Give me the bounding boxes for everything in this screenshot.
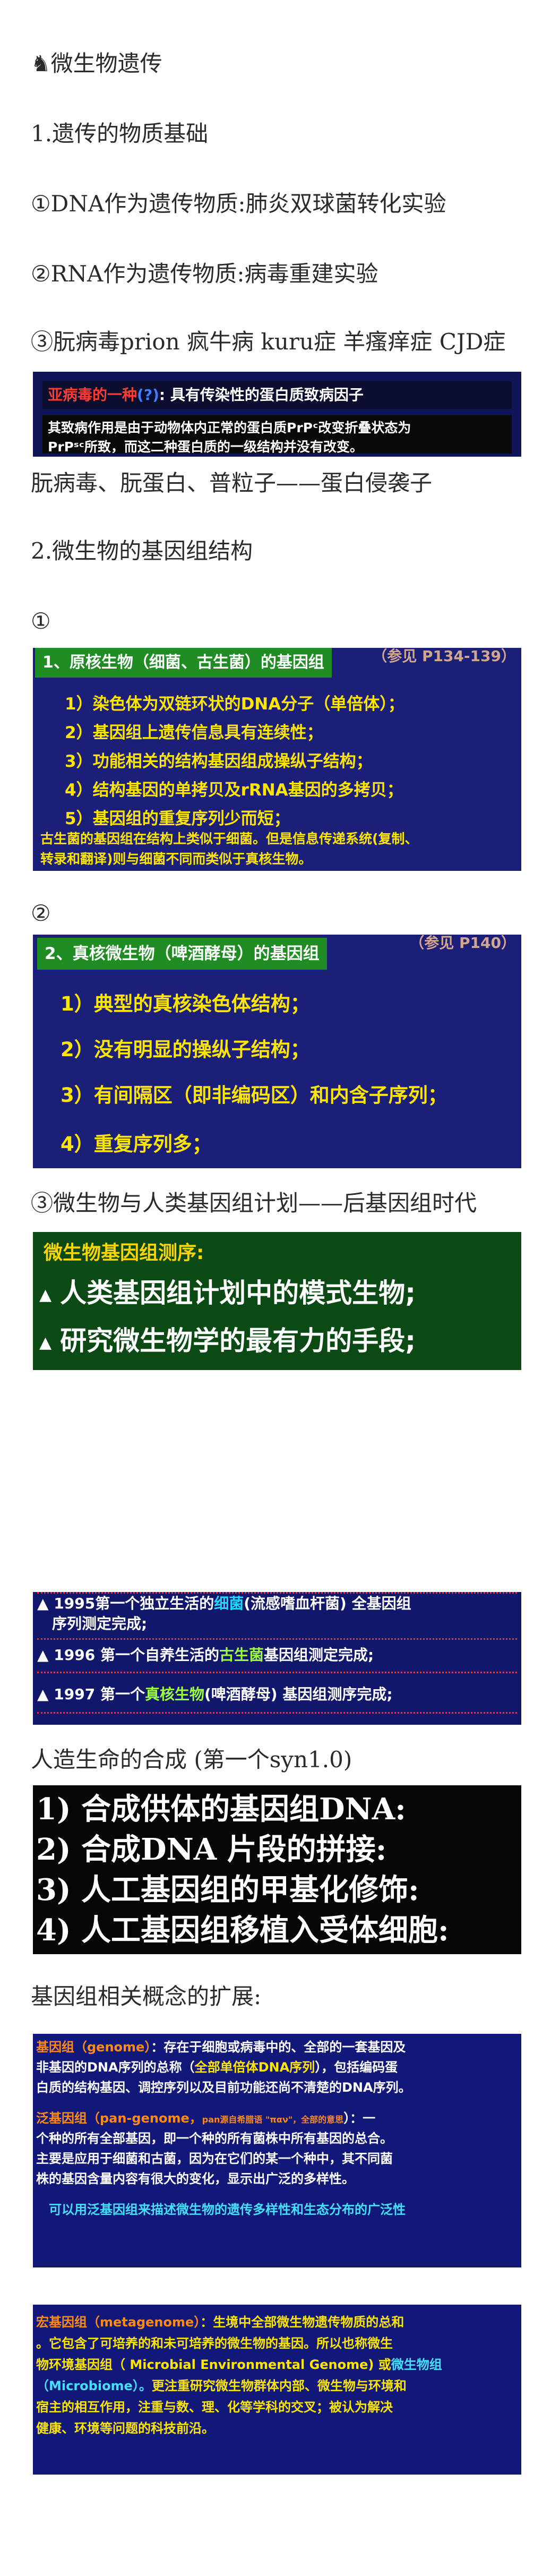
triangle-bullet-icon: ▲ [39, 1333, 52, 1352]
synthetic-life-slide: 1) 合成供体的基因组DNA: 2) 合成DNA 片段的拼接: 3) 人工基因组… [33, 1785, 521, 1954]
step-item: 1) 合成供体的基因组DNA: [36, 1792, 406, 1827]
triangle-bullet-icon: ▲ [37, 1685, 54, 1703]
genome-milestones-slide: ▲ 1995第一个独立生活的细菌(流感嗜血杆菌) 全基因组 序列测定完成; ▲ … [33, 1592, 521, 1725]
prokaryote-slide-tab: 1、原核生物（细菌、古生菌）的基因组 [35, 648, 332, 678]
prokaryote-note: 古生菌的基因组在结构上类似于细菌。但是信息传递系统(复制、 [40, 831, 418, 846]
prokaryote-genome-slide: （参见 P134-139） 1、原核生物（细菌、古生菌）的基因组 1）染色体为双… [33, 648, 521, 871]
text-line: ②RNA作为遗传物质:病毒重建实验 [31, 261, 378, 287]
text-line: ② [31, 900, 51, 926]
triangle-bullet-icon: ▲ [39, 1285, 52, 1304]
text-line: 人造生命的合成 (第一个syn1.0) [31, 1747, 352, 1773]
sequencing-slide-title: 微生物基因组测序: [44, 1242, 204, 1264]
list-item: 5）基因组的重复序列少而短； [65, 809, 290, 828]
text-line: ①DNA作为遗传物质:肺炎双球菌转化实验 [31, 191, 446, 217]
prion-slide-body: 其致病作用是由于动物体内正常的蛋白质PrPᶜ改变折叠状态为 PrPˢᶜ所致，而这… [42, 415, 512, 455]
milestone-row: ▲ 1997 第一个真核生物(啤酒酵母) 基因组测序完成; [37, 1677, 517, 1714]
bullet-item: ▲ 研究微生物学的最有力的手段; [39, 1325, 416, 1356]
list-item: 4）重复序列多； [61, 1133, 212, 1156]
list-item: 1）典型的真核染色体结构； [61, 992, 310, 1015]
doc-title: ♞微生物遗传 [31, 50, 162, 76]
list-item: 4）结构基因的单拷贝及rRNA基因的多拷贝； [65, 781, 403, 800]
text-line: 基因组相关概念的扩展: [31, 1983, 262, 2009]
eukaryote-genome-slide: （参见 P140） 2、真核微生物（啤酒酵母）的基因组 1）典型的真核染色体结构… [33, 935, 521, 1168]
step-item: 3) 人工基因组的甲基化修饰: [36, 1872, 419, 1907]
list-item: 3）有间隔区（即非编码区）和内含子序列； [61, 1084, 447, 1107]
milestone-row: ▲ 1995第一个独立生活的细菌(流感嗜血杆菌) 全基因组 序列测定完成; [37, 1592, 517, 1640]
metagenome-concept-slide: 宏基因组（metagenome）：生境中全部微生物遗传物质的总和 。它包含了可培… [33, 2305, 521, 2475]
section-heading: 1.遗传的物质基础 [31, 121, 209, 147]
genome-sequencing-slide: 微生物基因组测序: ▲ 人类基因组计划中的模式生物; ▲ 研究微生物学的最有力的手段… [33, 1232, 521, 1370]
text-line: ③微生物与人类基因组计划——后基因组时代 [31, 1190, 477, 1216]
list-item: 2）没有明显的操纵子结构； [61, 1038, 310, 1061]
text-line: ① [31, 608, 51, 634]
genome-concept-slide: 基因组（genome）：存在于细胞或病毒中的、全部的一套基因及 非基因的DNA序… [33, 2034, 521, 2267]
prokaryote-note: 转录和翻译)则与细菌不同而类似于真核生物。 [40, 851, 312, 867]
list-item: 2）基因组上遗传信息具有连续性； [65, 723, 323, 742]
bullet-item: ▲ 人类基因组计划中的模式生物; [39, 1278, 416, 1308]
section-heading: 2.微生物的基因组结构 [31, 538, 253, 564]
step-item: 2) 合成DNA 片段的拼接: [36, 1832, 387, 1867]
prion-slide-image: 亚病毒的一种(?): 具有传染性的蛋白质致病因子 其致病作用是由于动物体内正常的… [33, 372, 521, 457]
milestone-row: ▲ 1996 第一个自养生活的古生菌基因组测定完成; [37, 1641, 517, 1673]
list-item: 3）功能相关的结构基因组成操纵子结构； [65, 752, 373, 771]
triangle-bullet-icon: ▲ [37, 1646, 54, 1664]
step-item: 4) 人工基因组移植入受体细胞: [36, 1913, 449, 1948]
prion-slide-title: 亚病毒的一种(?): 具有传染性的蛋白质致病因子 [42, 381, 512, 409]
text-line: ③朊病毒prion 疯牛病 kuru症 羊瘙痒症 CJD症 [31, 329, 506, 355]
triangle-bullet-icon: ▲ [37, 1595, 54, 1612]
document-page: ♞微生物遗传 1.遗传的物质基础 ①DNA作为遗传物质:肺炎双球菌转化实验 ②R… [0, 0, 551, 2576]
text-line: 朊病毒、朊蛋白、普粒子——蛋白侵袭子 [31, 470, 433, 496]
eukaryote-slide-tab: 2、真核微生物（啤酒酵母）的基因组 [37, 938, 327, 970]
list-item: 1）染色体为双链环状的DNA分子（单倍体）； [65, 695, 404, 714]
